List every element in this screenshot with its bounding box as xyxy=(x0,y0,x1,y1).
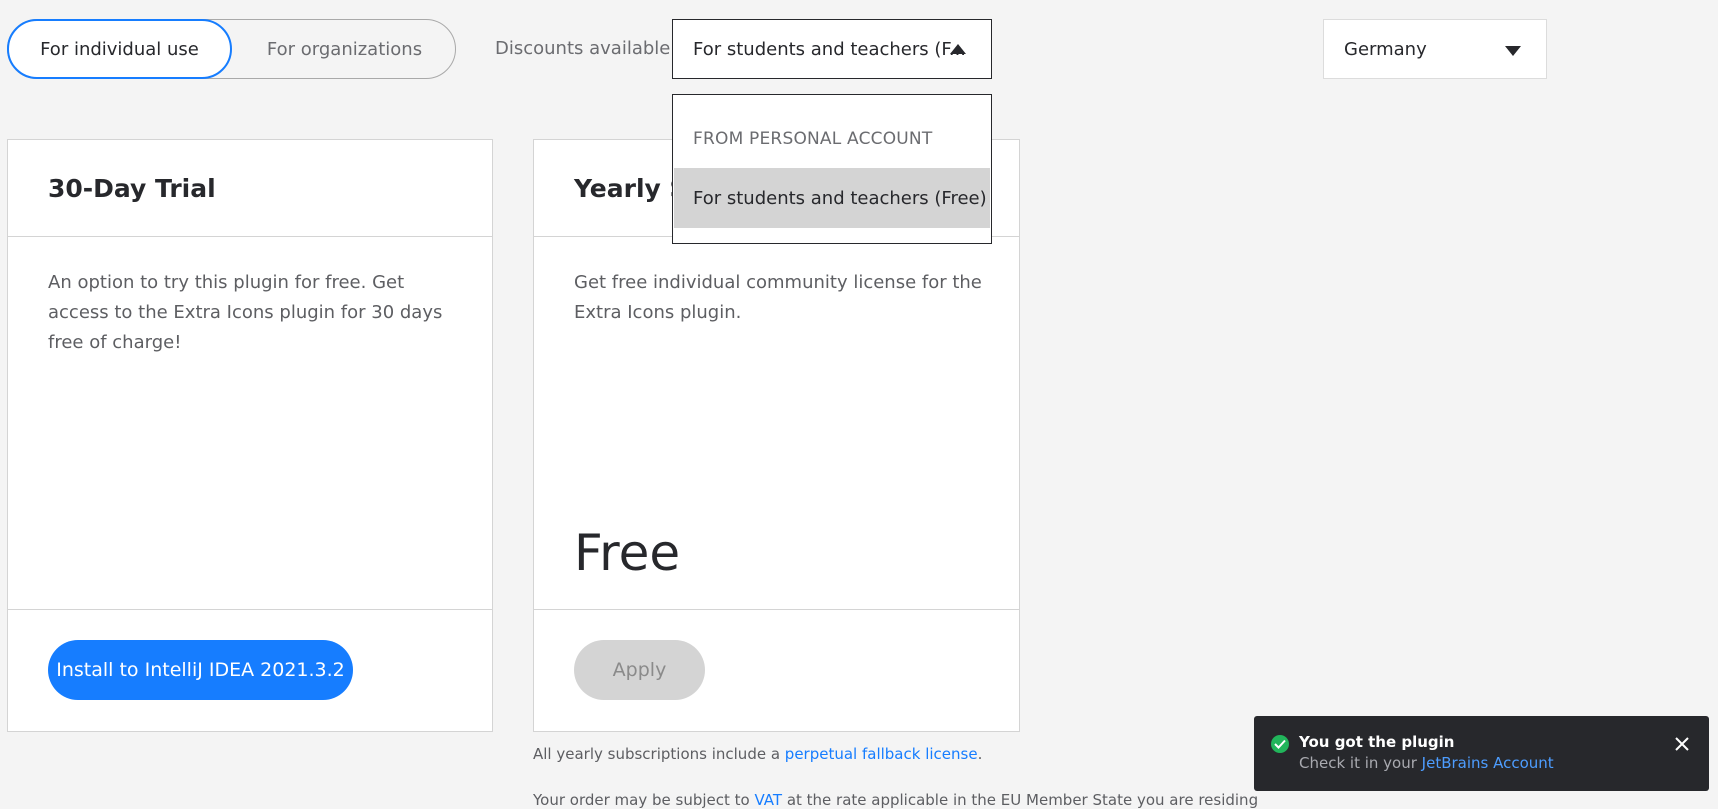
trial-card-title: 30-Day Trial xyxy=(48,174,216,203)
perpetual-fallback-license-link[interactable]: perpetual fallback license xyxy=(785,745,978,763)
apply-button[interactable]: Apply xyxy=(574,640,705,700)
note-prefix: All yearly subscriptions include a xyxy=(533,745,785,763)
toast-title: You got the plugin xyxy=(1299,733,1455,751)
vat-link[interactable]: VAT xyxy=(754,791,782,809)
vat-note-suffix: at the rate applicable in the EU Member … xyxy=(782,791,1259,809)
note-suffix: . xyxy=(977,745,983,763)
country-select[interactable]: Germany xyxy=(1323,19,1547,79)
toast-subtitle: Check it in your JetBrains Account xyxy=(1299,754,1554,772)
caret-down-icon xyxy=(1505,46,1521,56)
dropdown-option-students-teachers[interactable]: For students and teachers (Free) xyxy=(674,168,990,228)
notification-toast: You got the plugin Check it in your JetB… xyxy=(1254,716,1709,791)
discounts-label: Discounts available: xyxy=(495,38,677,59)
trial-card: 30-Day Trial An option to try this plugi… xyxy=(7,139,493,732)
for-organizations-tab[interactable]: For organizations xyxy=(232,19,457,79)
yearly-card-footer: Apply xyxy=(534,609,1019,731)
vat-note-prefix: Your order may be subject to xyxy=(533,791,755,809)
discount-select-value: For students and teachers (F... xyxy=(693,38,967,60)
country-select-value: Germany xyxy=(1344,38,1427,60)
license-type-toggle: For individual use For organizations xyxy=(7,19,456,79)
check-circle-icon xyxy=(1271,735,1289,753)
discount-select[interactable]: For students and teachers (F... xyxy=(672,19,992,79)
jetbrains-account-link[interactable]: JetBrains Account xyxy=(1422,754,1554,772)
close-icon[interactable] xyxy=(1673,735,1691,753)
price: Free xyxy=(574,524,681,582)
trial-card-description: An option to try this plugin for free. G… xyxy=(48,272,443,353)
fallback-license-note: All yearly subscriptions include a perpe… xyxy=(533,745,982,763)
dropdown-group-label: FROM PERSONAL ACCOUNT xyxy=(693,129,933,149)
trial-card-header: 30-Day Trial xyxy=(8,140,492,237)
yearly-card-description: Get free individual community license fo… xyxy=(574,272,982,323)
install-button[interactable]: Install to IntelliJ IDEA 2021.3.2 xyxy=(48,640,353,700)
caret-up-icon xyxy=(950,44,966,54)
for-individual-use-tab[interactable]: For individual use xyxy=(7,19,232,79)
trial-card-footer: Install to IntelliJ IDEA 2021.3.2 xyxy=(8,609,492,731)
toast-subtitle-prefix: Check it in your xyxy=(1299,754,1422,772)
vat-note: Your order may be subject to VAT at the … xyxy=(533,791,1258,809)
discount-dropdown-menu: FROM PERSONAL ACCOUNT For students and t… xyxy=(672,94,992,244)
